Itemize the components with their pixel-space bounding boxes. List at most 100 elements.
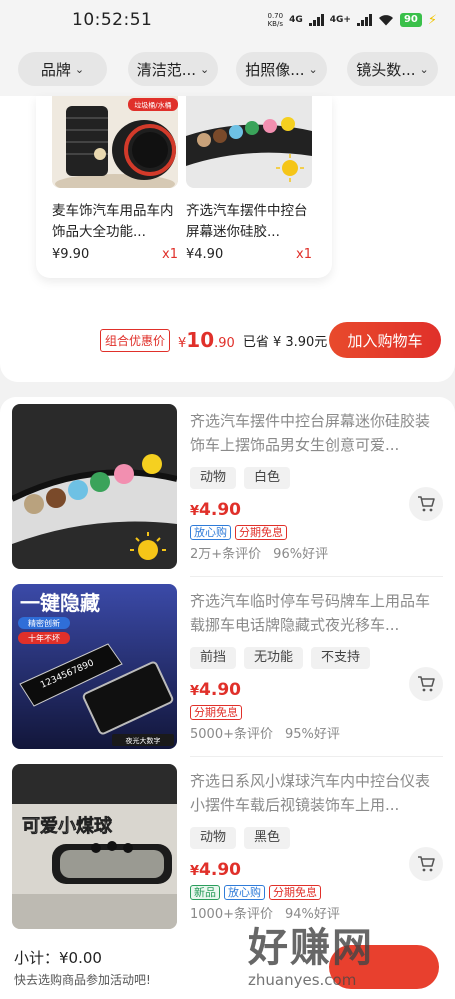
- battery-indicator: 90: [399, 13, 422, 27]
- filter-camera[interactable]: 拍照像... ⌄: [236, 52, 327, 86]
- image-pill: 精密创新: [28, 618, 60, 628]
- product-title: 齐选汽车摆件中控台屏幕迷你硅胶装饰车上摆饰品男女生创意可爱...: [190, 412, 431, 454]
- filter-label: 拍照像...: [245, 60, 305, 79]
- product-image: 可爱小煤球: [12, 764, 177, 929]
- price-value: 4.90: [199, 860, 241, 880]
- badge-installment: 分期免息: [269, 885, 321, 900]
- system-icons: 0.70 KB/s 4G 4G+ 90 ⚡: [267, 12, 437, 28]
- image-headline: 可爱小煤球: [22, 815, 113, 837]
- savings-text: 已省 ¥ 3.90元: [242, 334, 328, 350]
- add-to-cart-icon-button[interactable]: [409, 487, 443, 521]
- product-tag: 不支持: [311, 647, 371, 669]
- list-item[interactable]: 可爱小煤球 齐选日系风小煤球汽车内中控台仪表小摆件车载后视镜装饰车上用... 动…: [0, 757, 455, 937]
- product-image: [12, 404, 177, 569]
- combo-tag: 组合优惠价: [100, 328, 171, 352]
- product-tag: 动物: [190, 827, 237, 849]
- currency-symbol: ¥: [190, 864, 200, 879]
- product-tags: 动物 黑色: [190, 827, 291, 849]
- net-speed-unit: KB/s: [267, 20, 283, 28]
- product-badges: 分期免息: [190, 705, 242, 720]
- network-speed: 0.70 KB/s: [267, 12, 283, 28]
- cart-icon: [418, 856, 435, 872]
- bundle-item-price: ¥4.90: [186, 247, 224, 262]
- product-list: 齐选汽车摆件中控台屏幕迷你硅胶装饰车上摆饰品男女生创意可爱... 动物 白色 ¥…: [0, 397, 455, 937]
- figurines-photo: [12, 404, 177, 569]
- product-tag: 白色: [244, 467, 291, 489]
- filter-label: 品牌: [40, 60, 71, 79]
- rating: 96%好评: [273, 547, 329, 562]
- rating: 95%好评: [284, 727, 340, 742]
- watermark-domain: zhuanyes.com: [248, 971, 357, 989]
- badge-assurance: 放心购: [190, 525, 231, 540]
- bundle-panel: 垃圾桶/水桶 麦车饰汽车用品车内饰品大全功能... ¥9.90 x1 齐选汽车摆…: [0, 96, 455, 382]
- signal-icon: [356, 14, 372, 26]
- wifi-icon: [378, 15, 393, 26]
- bundle-item-price: ¥9.90: [52, 247, 90, 262]
- currency-symbol: ¥: [190, 504, 200, 519]
- badge-assurance: 放心购: [224, 885, 265, 900]
- add-to-cart-icon-button[interactable]: [409, 847, 443, 881]
- bundle-card: 垃圾桶/水桶 麦车饰汽车用品车内饰品大全功能... ¥9.90 x1 齐选汽车摆…: [36, 96, 332, 278]
- chevron-down-icon: ⌄: [74, 62, 85, 76]
- product-title: 齐选日系风小煤球汽车内中控台仪表小摆件车载后视镜装饰车上用...: [190, 772, 431, 814]
- sim2-label: 4G+: [329, 15, 351, 25]
- product-badges: 新品 放心购 分期免息: [190, 885, 321, 900]
- image-pill: 十年不坏: [28, 633, 60, 643]
- currency-symbol: ¥: [190, 684, 200, 699]
- chevron-down-icon: ⌄: [419, 62, 429, 76]
- combo-price-dec: .90: [214, 336, 235, 351]
- add-to-cart-icon-button[interactable]: [409, 667, 443, 701]
- list-item[interactable]: 一键隐藏 精密创新 十年不坏 1234567890 夜光大数字 齐选汽车临时停车…: [0, 577, 455, 757]
- trash-bin-image: 垃圾桶/水桶: [52, 96, 178, 188]
- figurines-image: [186, 96, 312, 188]
- bundle-item-image: [186, 96, 312, 188]
- review-summary: 2万+条评价 96%好评: [190, 543, 328, 562]
- product-tags: 前挡 无功能 不支持: [190, 647, 371, 669]
- bundle-item-title: 麦车饰汽车用品车内饰品大全功能...: [52, 203, 174, 240]
- bundle-item[interactable]: 垃圾桶/水桶 麦车饰汽车用品车内饰品大全功能... ¥9.90 x1: [52, 96, 178, 262]
- subtotal: 小计：¥0.00: [14, 949, 102, 967]
- bundle-item-title: 齐选汽车摆件中控台屏幕迷你硅胶...: [186, 203, 308, 240]
- promo-hint: 快去选购商品参加活动吧!: [14, 973, 151, 987]
- price-value: 4.90: [199, 680, 241, 700]
- chevron-down-icon: ⌄: [200, 62, 210, 76]
- soot-sprite-photo: 可爱小煤球: [12, 764, 177, 929]
- charging-icon: ⚡: [427, 12, 437, 28]
- review-count: 2万+条评价: [190, 547, 262, 562]
- sim1-label: 4G: [289, 15, 303, 25]
- filter-brand[interactable]: 品牌 ⌄: [18, 52, 107, 86]
- parking-plate-photo: 一键隐藏 精密创新 十年不坏 1234567890 夜光大数字: [12, 584, 177, 749]
- bundle-item-image: 垃圾桶/水桶: [52, 96, 178, 188]
- badge-installment: 分期免息: [235, 525, 287, 540]
- badge-new: 新品: [190, 885, 220, 900]
- filter-bar: 品牌 ⌄ 清洁范... ⌄ 拍照像... ⌄ 镜头数... ⌄: [0, 40, 455, 96]
- cart-icon: [418, 676, 435, 692]
- review-count: 5000+条评价: [190, 727, 273, 742]
- image-label: 垃圾桶/水桶: [134, 101, 171, 110]
- product-tags: 动物 白色: [190, 467, 291, 489]
- product-image: 一键隐藏 精密创新 十年不坏 1234567890 夜光大数字: [12, 584, 177, 749]
- image-headline: 一键隐藏: [20, 591, 100, 615]
- filter-label: 清洁范...: [136, 60, 197, 79]
- chevron-down-icon: ⌄: [308, 62, 318, 76]
- product-price: ¥4.90: [190, 680, 241, 700]
- product-price: ¥4.90: [190, 500, 241, 520]
- status-bar: 10:52:51 0.70 KB/s 4G 4G+ 90 ⚡: [0, 0, 455, 40]
- product-badges: 放心购 分期免息: [190, 525, 287, 540]
- product-tag: 黑色: [244, 827, 291, 849]
- net-speed-value: 0.70: [267, 12, 284, 20]
- combo-price-int: 10: [186, 328, 215, 352]
- image-corner-label: 夜光大数字: [126, 736, 161, 745]
- add-to-cart-button[interactable]: 加入购物车: [329, 322, 441, 358]
- bundle-item[interactable]: 齐选汽车摆件中控台屏幕迷你硅胶... ¥4.90 x1: [186, 96, 312, 262]
- review-summary: 5000+条评价 95%好评: [190, 723, 340, 742]
- product-tag: 动物: [190, 467, 237, 489]
- combo-row: 组合优惠价 ¥10.90 已省 ¥ 3.90元 加入购物车: [100, 322, 441, 358]
- cart-icon: [418, 496, 435, 512]
- filter-cleaning[interactable]: 清洁范... ⌄: [128, 52, 218, 86]
- list-item[interactable]: 齐选汽车摆件中控台屏幕迷你硅胶装饰车上摆饰品男女生创意可爱... 动物 白色 ¥…: [0, 397, 455, 577]
- combo-price: ¥10.90: [178, 328, 235, 352]
- watermark: 好赚网 zhuanyes.com: [248, 915, 448, 995]
- signal-icon: [308, 14, 324, 26]
- filter-lens-count[interactable]: 镜头数... ⌄: [347, 52, 438, 86]
